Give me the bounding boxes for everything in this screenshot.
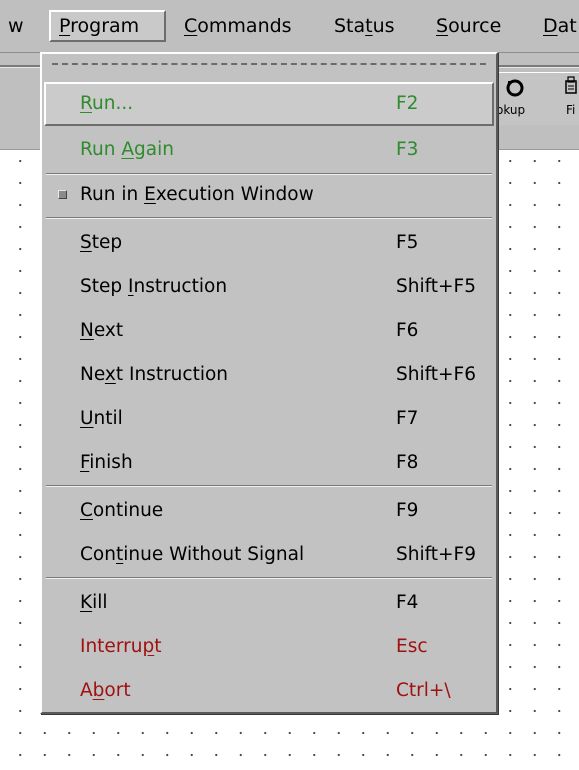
menu-item-label: Next Instruction xyxy=(80,364,229,385)
menu-item-shortcut: F2 xyxy=(396,93,419,114)
menu-program[interactable]: Program xyxy=(49,10,166,42)
menu-data[interactable]: Dat xyxy=(535,10,579,42)
menu-item-shortcut: Ctrl+\ xyxy=(396,680,451,701)
menu-label-post: w xyxy=(8,15,24,37)
menu-item-shortcut: F6 xyxy=(396,320,419,341)
menu-item-step-instruction[interactable]: Step Instruction Shift+F5 xyxy=(44,265,494,309)
find-button[interactable]: Fi xyxy=(542,73,579,125)
menu-item-shortcut: F5 xyxy=(396,232,419,253)
menu-item-label: Interrupt xyxy=(80,636,162,657)
menu-commands[interactable]: Commands xyxy=(176,10,300,42)
menu-item-label: Kill xyxy=(80,592,108,613)
menu-item-label: Run in Execution Window xyxy=(80,184,314,205)
menu-separator xyxy=(46,217,492,219)
menu-item-kill[interactable]: Kill F4 xyxy=(44,581,494,625)
menu-item-label: Next xyxy=(80,320,124,341)
menu-separator xyxy=(46,577,492,579)
menu-item-shortcut: Shift+F6 xyxy=(396,364,476,385)
lookup-label: okup xyxy=(496,103,526,117)
menu-item-label: Abort xyxy=(80,680,131,701)
menu-item-abort[interactable]: Abort Ctrl+\ xyxy=(44,669,494,713)
menu-item-run-in-execution-window[interactable]: Run in Execution Window xyxy=(44,173,494,217)
menu-item-shortcut: Esc xyxy=(396,636,428,657)
tearoff-line[interactable] xyxy=(46,58,492,70)
menu-item-shortcut: Shift+F5 xyxy=(396,276,476,297)
menu-separator xyxy=(46,485,492,487)
find-label: Fi xyxy=(566,103,576,117)
menu-item-step[interactable]: Step F5 xyxy=(44,221,494,265)
menu-item-shortcut: F3 xyxy=(396,139,419,160)
menu-label-accesskey: D xyxy=(543,15,558,37)
menu-label-accesskey: C xyxy=(184,15,198,37)
checkbox-indicator[interactable] xyxy=(58,190,67,199)
menu-label-accesskey: t xyxy=(365,15,373,37)
menu-status[interactable]: Status xyxy=(326,10,403,42)
menu-item-shortcut: F4 xyxy=(396,592,419,613)
menu-item-continue-without-signal[interactable]: Continue Without Signal Shift+F9 xyxy=(44,533,494,577)
menu-item-finish[interactable]: Finish F8 xyxy=(44,441,494,485)
menu-item-next-instruction[interactable]: Next Instruction Shift+F6 xyxy=(44,353,494,397)
menu-item-shortcut: F8 xyxy=(396,452,419,473)
menu-item-run-again[interactable]: Run Again F3 xyxy=(44,128,494,172)
menu-item-label: Step Instruction xyxy=(80,276,228,297)
menu-label-accesskey: P xyxy=(59,15,71,37)
program-menu: Run... F2 Run Again F3 Run in Execution … xyxy=(40,52,498,714)
toolbar-buttons: okup Fi xyxy=(494,72,579,125)
menu-label-post: ommands xyxy=(197,15,292,37)
find-icon xyxy=(564,75,578,104)
menu-label-post: rogram xyxy=(70,15,140,37)
menu-item-label: Run Again xyxy=(80,139,174,160)
menu-item-continue[interactable]: Continue F9 xyxy=(44,489,494,533)
undo-circle-icon xyxy=(504,77,526,104)
menu-item-label: Continue xyxy=(80,500,164,521)
menu-item-next[interactable]: Next F6 xyxy=(44,309,494,353)
menu-label-pre: Sta xyxy=(334,15,366,37)
menu-item-shortcut: F9 xyxy=(396,500,419,521)
menu-item-label: Run... xyxy=(80,93,134,114)
menu-label-post: at xyxy=(557,15,577,37)
menu-item-shortcut: Shift+F9 xyxy=(396,544,476,565)
menu-label-post: ource xyxy=(448,15,502,37)
menu-source[interactable]: Source xyxy=(428,10,509,42)
menu-item-label: Continue Without Signal xyxy=(80,544,305,565)
menu-label-post: us xyxy=(372,15,395,37)
menu-item-interrupt[interactable]: Interrupt Esc xyxy=(44,625,494,669)
menu-item-label: Until xyxy=(80,408,123,429)
menu-item-label: Finish xyxy=(80,452,133,473)
menu-item-run[interactable]: Run... F2 xyxy=(44,82,494,126)
menu-item-label: Step xyxy=(80,232,123,253)
menubar: w Program Commands Status Source Dat xyxy=(0,0,579,53)
menu-view[interactable]: w xyxy=(0,10,32,42)
menu-item-until[interactable]: Until F7 xyxy=(44,397,494,441)
menu-item-shortcut: F7 xyxy=(396,408,419,429)
menu-label-accesskey: S xyxy=(436,15,449,37)
lookup-button[interactable]: okup xyxy=(494,73,538,125)
